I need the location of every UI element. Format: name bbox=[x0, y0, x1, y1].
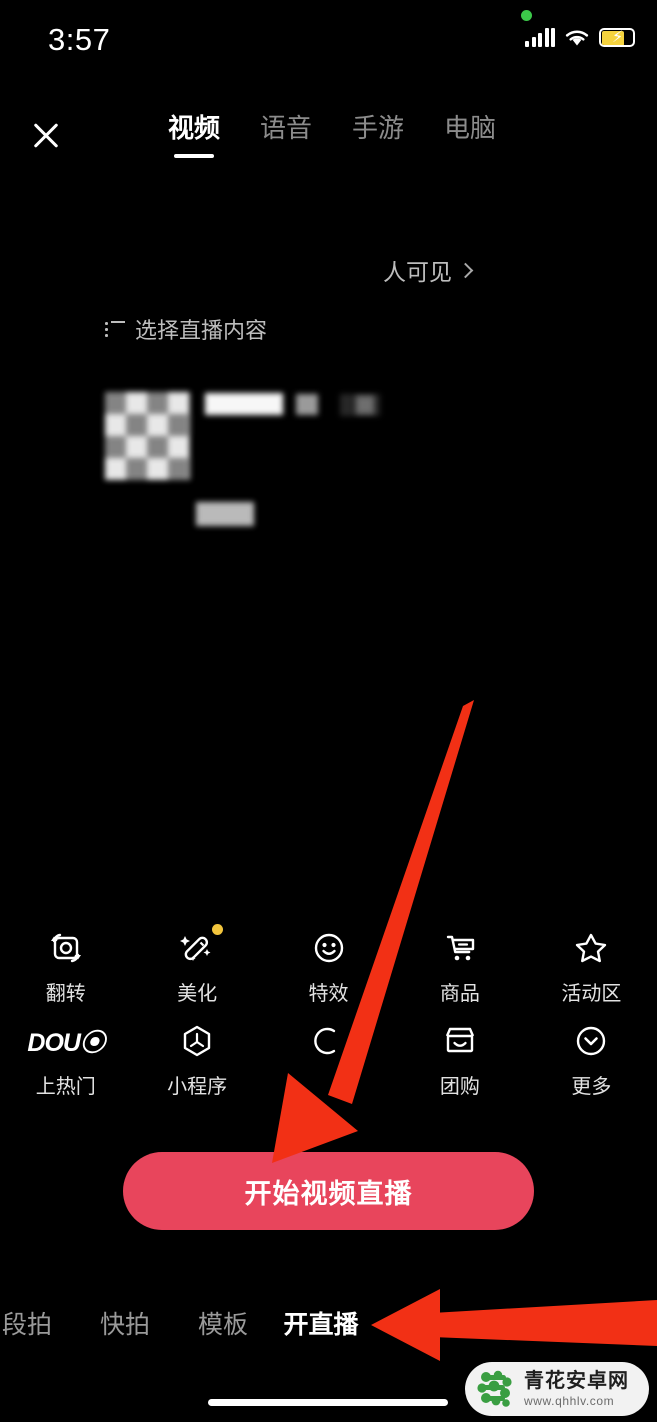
pick-live-content-label: 选择直播内容 bbox=[135, 318, 268, 343]
nav-item-segment-shoot[interactable]: 段拍 bbox=[0, 1305, 76, 1341]
tool-group-buy-label: 团购 bbox=[439, 1076, 480, 1098]
tool-beautify-label: 美化 bbox=[177, 983, 218, 1005]
tool-products-label: 商品 bbox=[439, 983, 480, 1005]
censored-title-block bbox=[205, 393, 283, 415]
tab-voice-label: 语音 bbox=[259, 113, 312, 143]
store-icon bbox=[437, 1018, 483, 1064]
tool-flip-camera[interactable]: 翻转 bbox=[0, 925, 131, 1006]
mini-program-icon bbox=[174, 1018, 220, 1064]
tool-activity-zone-label: 活动区 bbox=[561, 983, 622, 1005]
obscured-icon bbox=[306, 1018, 352, 1064]
tool-row-1: 翻转 美化 特效 商品 活动区 bbox=[0, 924, 657, 1006]
tool-dou-plus-label: 上热门 bbox=[35, 1076, 96, 1098]
phone-screen: 3:57 ⚡ 视频 语音 手游 电脑 人可见 选择直播内容 翻转 美化 特效 商… bbox=[0, 0, 657, 1422]
start-video-live-button[interactable]: 开始视频直播 bbox=[123, 1152, 534, 1230]
visibility-selector[interactable]: 人可见 bbox=[383, 253, 474, 287]
tool-mini-program-label: 小程序 bbox=[167, 1076, 228, 1098]
nav-item-go-live[interactable]: 开直播 bbox=[272, 1305, 370, 1341]
tool-row-2: DOU⦿ 上热门 小程序 团购 更多 bbox=[0, 1018, 657, 1099]
watermark-url: www.qhhlv.com bbox=[524, 1394, 615, 1408]
tab-video-label: 视频 bbox=[167, 113, 220, 143]
tab-video[interactable]: 视频 bbox=[148, 110, 240, 158]
close-icon[interactable] bbox=[28, 118, 64, 154]
wifi-icon bbox=[565, 30, 589, 46]
tab-mobile-game[interactable]: 手游 bbox=[332, 110, 424, 146]
tab-pc-label: 电脑 bbox=[443, 113, 496, 143]
tab-mobile-game-label: 手游 bbox=[351, 113, 404, 143]
tool-effects[interactable]: 特效 bbox=[263, 925, 394, 1006]
signal-bars-icon bbox=[525, 28, 555, 47]
watermark-logo-icon bbox=[477, 1370, 512, 1407]
tab-pc[interactable]: 电脑 bbox=[424, 110, 516, 146]
visibility-label: 人可见 bbox=[383, 259, 452, 285]
watermark-text: 青花安卓网 www.qhhlv.com bbox=[524, 1371, 629, 1407]
flip-camera-icon bbox=[43, 925, 89, 971]
status-icons: ⚡ bbox=[525, 28, 635, 47]
censored-text-block-4 bbox=[356, 396, 374, 414]
pick-live-content-button[interactable]: 选择直播内容 bbox=[105, 313, 267, 345]
badge-dot-icon bbox=[212, 924, 224, 935]
list-icon bbox=[105, 321, 125, 337]
chevron-down-circle-icon bbox=[568, 1018, 614, 1064]
battery-charging-icon: ⚡ bbox=[599, 28, 635, 47]
recording-indicator-dot bbox=[521, 10, 532, 21]
tab-voice[interactable]: 语音 bbox=[240, 110, 332, 146]
tool-products[interactable]: 商品 bbox=[394, 925, 525, 1006]
tool-mini-program[interactable]: 小程序 bbox=[131, 1018, 262, 1099]
home-indicator[interactable] bbox=[208, 1399, 448, 1406]
star-icon bbox=[568, 925, 614, 971]
status-bar: 3:57 ⚡ bbox=[0, 0, 657, 72]
tool-flip-camera-label: 翻转 bbox=[45, 983, 86, 1005]
shopping-cart-icon bbox=[437, 925, 483, 971]
censored-inline-block bbox=[196, 502, 254, 526]
tool-activity-zone[interactable]: 活动区 bbox=[526, 925, 657, 1006]
nav-item-template[interactable]: 模板 bbox=[174, 1305, 272, 1341]
watermark: 青花安卓网 www.qhhlv.com bbox=[465, 1362, 649, 1416]
tool-effects-label: 特效 bbox=[308, 983, 349, 1005]
tool-obscured[interactable] bbox=[263, 1018, 394, 1099]
tool-more[interactable]: 更多 bbox=[526, 1018, 657, 1099]
tool-group-buy[interactable]: 团购 bbox=[394, 1018, 525, 1099]
stream-type-tabs: 视频 语音 手游 电脑 bbox=[148, 110, 516, 158]
capture-mode-nav: 段拍 快拍 模板 开直播 bbox=[0, 1305, 657, 1341]
stream-title-area bbox=[0, 190, 657, 526]
tab-active-underline bbox=[174, 154, 214, 158]
magic-wand-icon bbox=[174, 924, 224, 971]
smiley-effects-icon bbox=[306, 925, 352, 971]
watermark-site-name: 青花安卓网 bbox=[524, 1370, 629, 1392]
start-video-live-label: 开始视频直播 bbox=[244, 1178, 413, 1209]
dou-plus-icon: DOU⦿ bbox=[27, 1029, 105, 1057]
chevron-right-icon bbox=[457, 262, 474, 278]
tool-dou-plus[interactable]: DOU⦿ 上热门 bbox=[0, 1018, 131, 1099]
status-time: 3:57 bbox=[48, 22, 111, 57]
tool-beautify[interactable]: 美化 bbox=[131, 924, 262, 1006]
nav-item-quick-shoot[interactable]: 快拍 bbox=[76, 1305, 174, 1341]
censored-text-block-2 bbox=[296, 394, 318, 415]
tool-grid: 翻转 美化 特效 商品 活动区 DOU⦿ 上热门 小程序 团购 更多 bbox=[0, 924, 657, 1111]
censored-avatar-block bbox=[105, 392, 190, 480]
tool-more-label: 更多 bbox=[571, 1076, 612, 1098]
